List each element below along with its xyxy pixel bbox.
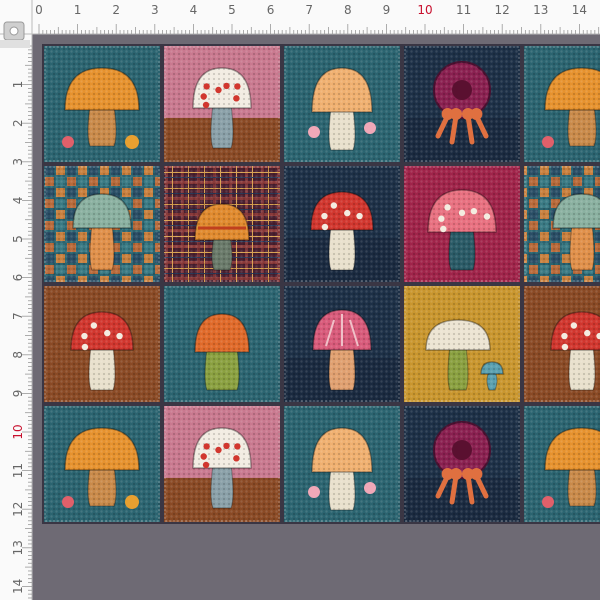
left-ruler-label: 1: [11, 81, 25, 89]
crochet-tile: [42, 164, 162, 284]
crochet-tile: [522, 164, 600, 284]
crochet-tile: [402, 44, 522, 164]
top-ruler-label: 4: [190, 3, 198, 17]
fabric-preview: 0 1 2 3 4 5 6 7 8 9 10 11 12 13 14 1 2 3 4 5 6 7 8 9 10 11 12 13 14: [0, 0, 600, 600]
top-ruler-label: 8: [344, 3, 352, 17]
crochet-tile: [522, 404, 600, 524]
left-ruler-label: 5: [11, 235, 25, 243]
crochet-tile: [282, 164, 402, 284]
top-ruler-label: 0: [35, 3, 43, 17]
crochet-tile: [162, 404, 282, 524]
crochet-tile: [402, 404, 522, 524]
crochet-tile: [282, 284, 402, 404]
left-ruler-label: 7: [11, 312, 25, 320]
top-ruler-label: 3: [151, 3, 159, 17]
crochet-tile: [162, 44, 282, 164]
top-ruler-label: 5: [228, 3, 236, 17]
crochet-tile: [522, 284, 600, 404]
top-ruler-label: 12: [495, 3, 510, 17]
left-ruler-label: 8: [11, 351, 25, 359]
left-ruler-label: 12: [11, 502, 25, 517]
crochet-tile: [162, 284, 282, 404]
crochet-tile: [282, 44, 402, 164]
top-ruler-label: 7: [305, 3, 313, 17]
left-ruler-label: 10: [11, 424, 25, 439]
crochet-tile: [402, 164, 522, 284]
left-ruler-label: 14: [11, 579, 25, 594]
left-ruler-label: 2: [11, 119, 25, 127]
crochet-tile: [522, 44, 600, 164]
crochet-tile: [402, 284, 522, 404]
crochet-tile: [42, 404, 162, 524]
left-ruler-label: 11: [11, 463, 25, 478]
left-ruler-label: 13: [11, 540, 25, 555]
top-ruler-label: 10: [417, 3, 432, 17]
left-ruler-label: 9: [11, 390, 25, 398]
top-ruler-label: 11: [456, 3, 471, 17]
crochet-mushroom-pattern: 0 1 2 3 4 5 6 7 8 9 10 11 12 13 141234567891011121314: [0, 0, 600, 600]
top-ruler-label: 9: [383, 3, 391, 17]
crochet-tile: [162, 164, 282, 284]
left-ruler-label: 6: [11, 274, 25, 282]
top-ruler-label: 2: [112, 3, 120, 17]
crochet-tile: [42, 284, 162, 404]
top-ruler-label: 14: [572, 3, 587, 17]
left-ruler-label: 4: [11, 197, 25, 205]
top-ruler-label: 1: [74, 3, 82, 17]
crochet-tile: [282, 404, 402, 524]
crochet-tile: [42, 44, 162, 164]
top-ruler-label: 6: [267, 3, 275, 17]
left-ruler-label: 3: [11, 158, 25, 166]
top-ruler-label: 13: [533, 3, 548, 17]
